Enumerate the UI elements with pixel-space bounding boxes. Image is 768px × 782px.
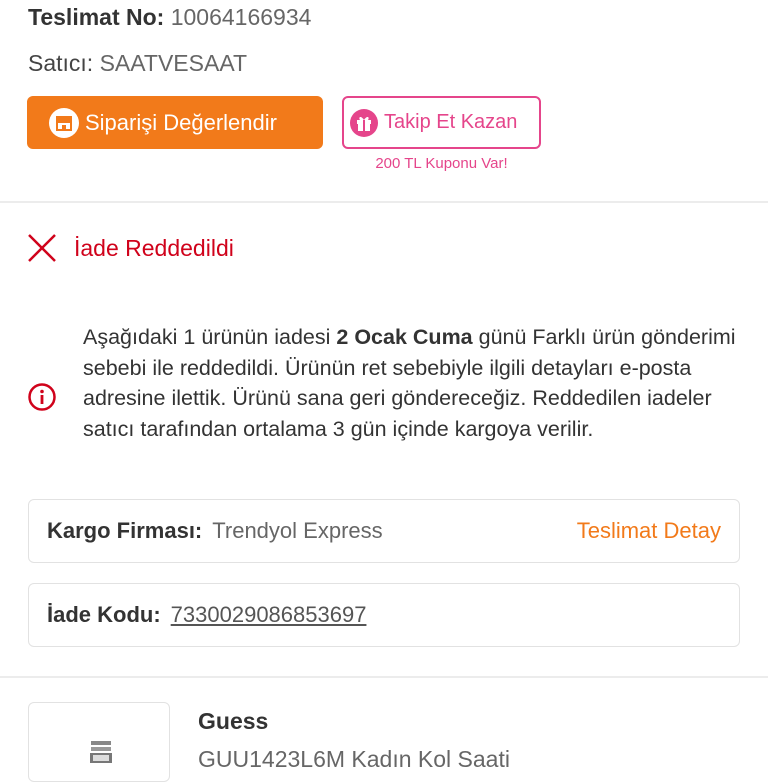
watch-icon xyxy=(90,741,112,763)
store-icon xyxy=(49,107,79,138)
return-status: İade Reddedildi xyxy=(26,232,234,264)
section-divider xyxy=(0,201,768,203)
seller-label: Satıcı: xyxy=(28,50,94,76)
seller-row: Satıcı: SAATVESAAT xyxy=(28,50,247,77)
close-x-icon xyxy=(28,234,56,262)
return-message: Aşağıdaki 1 ürünün iadesi 2 Ocak Cuma gü… xyxy=(83,322,743,444)
follow-earn-button[interactable]: Takip Et Kazan xyxy=(342,96,541,149)
review-order-label: Siparişi Değerlendir xyxy=(85,109,277,135)
return-message-part1: Aşağıdaki 1 ürünün iadesi xyxy=(83,325,337,349)
info-circle-icon xyxy=(28,383,56,411)
product-name[interactable]: GUU1423L6M Kadın Kol Saati xyxy=(198,746,510,773)
shipping-company-label: Kargo Firması: xyxy=(47,518,203,543)
product-brand: Guess xyxy=(198,708,269,734)
coupon-note: 200 TL Kuponu Var! xyxy=(375,155,508,172)
return-code-card: İade Kodu: 7330029086853697 xyxy=(28,583,740,647)
delivery-number-value: 10064166934 xyxy=(170,4,312,30)
follow-earn-label: Takip Et Kazan xyxy=(384,111,518,133)
review-order-button[interactable]: Siparişi Değerlendir xyxy=(27,96,323,149)
return-status-text: İade Reddedildi xyxy=(74,234,234,261)
shipping-company-value: Trendyol Express xyxy=(212,518,383,543)
return-code-value[interactable]: 7330029086853697 xyxy=(171,602,367,628)
gift-icon xyxy=(350,108,378,137)
seller-value: SAATVESAAT xyxy=(99,50,248,76)
product-image[interactable] xyxy=(28,702,170,782)
delivery-detail-link[interactable]: Teslimat Detay xyxy=(577,518,721,544)
return-message-date: 2 Ocak Cuma xyxy=(336,325,473,349)
return-code-label: İade Kodu: xyxy=(47,602,161,627)
delivery-number-row: Teslimat No: 10064166934 xyxy=(28,4,311,31)
shipping-card: Kargo Firması: Trendyol Express Teslimat… xyxy=(28,499,740,563)
delivery-number-label: Teslimat No: xyxy=(28,4,165,30)
